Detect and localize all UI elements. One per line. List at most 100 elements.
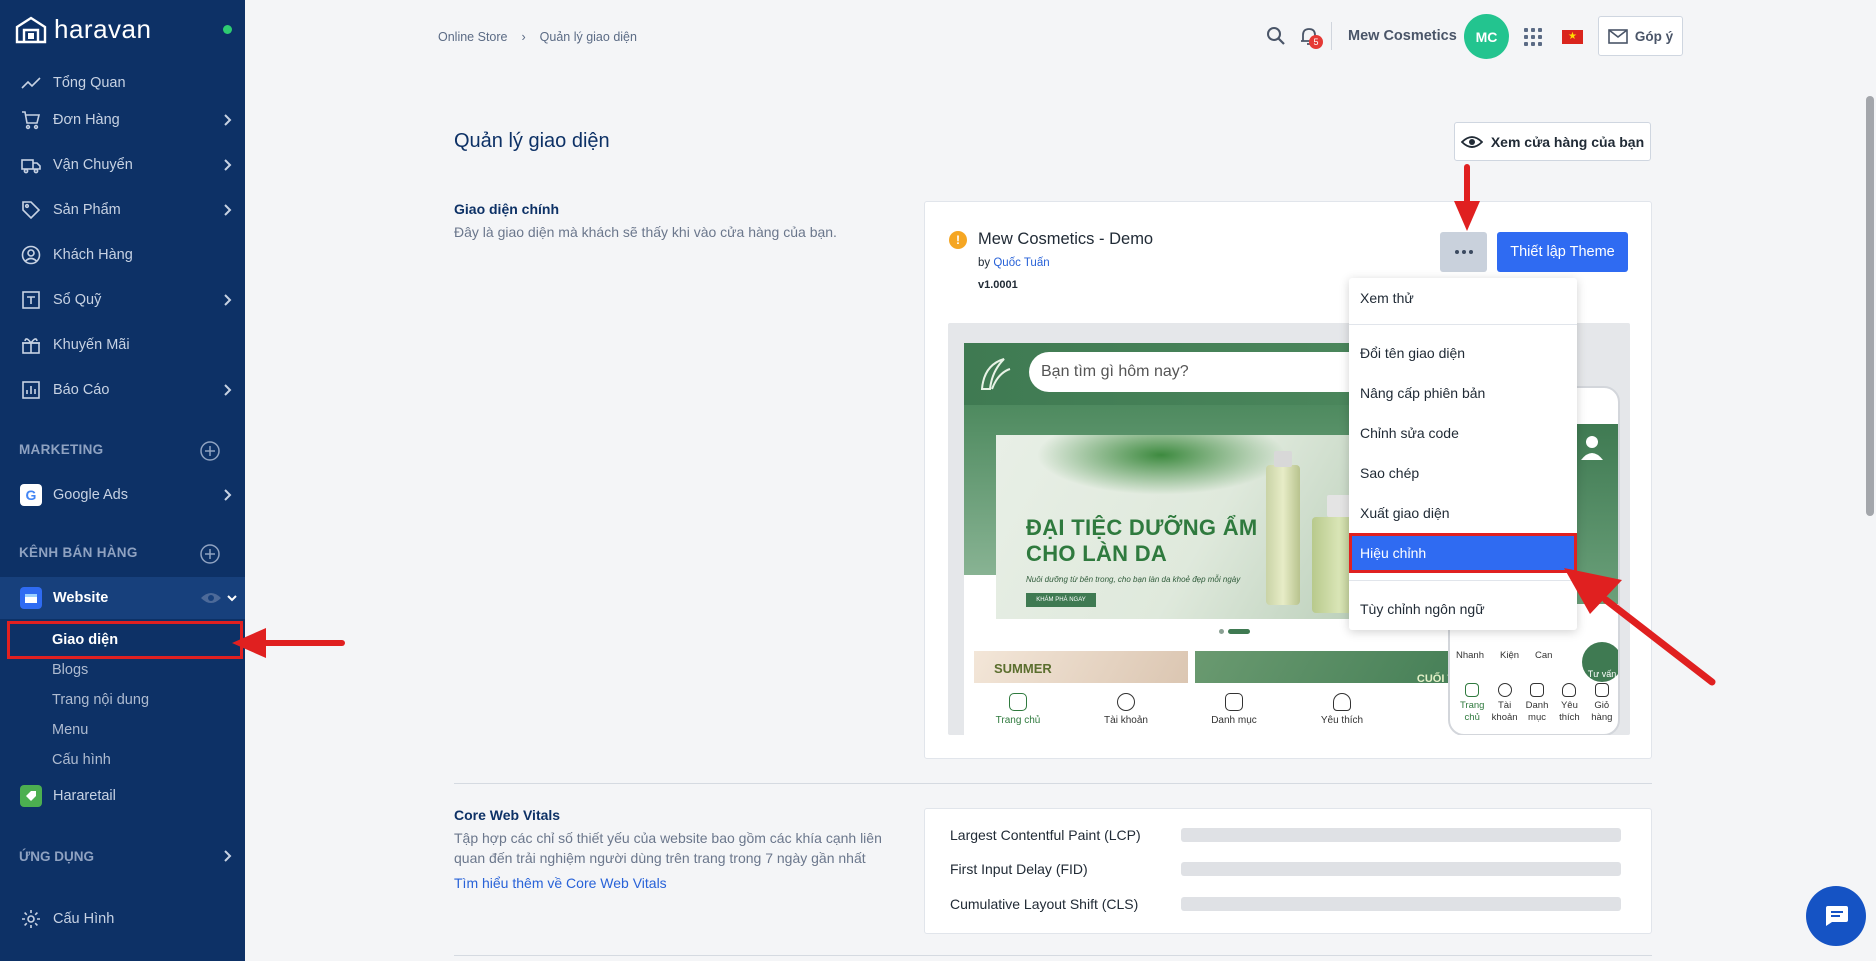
hararetail-icon: [20, 785, 42, 807]
sidebar-subitem-menu[interactable]: Menu: [52, 722, 88, 738]
marketing-section-label: MARKETING: [19, 442, 104, 457]
cwv-metric-fid: First Input Delay (FID): [950, 859, 1640, 879]
menu-item-export[interactable]: Xuất giao diện: [1349, 493, 1577, 533]
menu-item-upgrade[interactable]: Nâng cấp phiên bản: [1349, 373, 1577, 413]
sidebar-item-label: Website: [53, 590, 109, 606]
heart-icon: [1562, 683, 1577, 697]
sidebar-item-google-ads[interactable]: G Google Ads: [0, 475, 245, 515]
chevron-right-icon: [219, 202, 235, 218]
preview-mobile-categories: Nhanh Kiện Can: [1456, 650, 1552, 661]
add-marketing-icon[interactable]: [199, 440, 221, 462]
sidebar-item-reports[interactable]: Báo Cáo: [0, 370, 245, 410]
setup-theme-button[interactable]: Thiết lập Theme: [1497, 232, 1628, 272]
view-store-button[interactable]: Xem cửa hàng của bạn: [1454, 122, 1651, 161]
theme-name: Mew Cosmetics - Demo: [978, 230, 1154, 248]
menu-item-customize[interactable]: Hiệu chỉnh: [1349, 533, 1577, 573]
section-divider: [454, 955, 1652, 956]
sidebar-item-products[interactable]: Sản Phẩm: [0, 190, 245, 230]
product-bottle-image: [1266, 451, 1300, 605]
vietnam-flag-icon[interactable]: ★: [1562, 30, 1583, 44]
cwv-learn-more-link[interactable]: Tìm hiểu thêm về Core Web Vitals: [454, 875, 667, 891]
sidebar-item-cashbook[interactable]: Sổ Quỹ: [0, 280, 245, 320]
warning-icon: !: [949, 231, 967, 249]
theme-author: by Quốc Tuấn: [978, 257, 1050, 269]
sidebar-item-overview[interactable]: Tổng Quan: [0, 63, 245, 103]
chevron-right-icon: [219, 848, 235, 864]
theme-actions-menu: Xem thử Đổi tên giao diện Nâng cấp phiên…: [1349, 278, 1577, 630]
section-divider: [454, 783, 1652, 784]
more-actions-button[interactable]: [1440, 232, 1487, 272]
sidebar-item-label: Khuyến Mãi: [53, 337, 130, 353]
store-name[interactable]: Mew Cosmetics: [1348, 28, 1457, 44]
menu-item-language[interactable]: Tùy chỉnh ngôn ngữ: [1349, 589, 1577, 629]
mobile-nav-favorites: Yêu thích: [1553, 683, 1585, 733]
menu-item-preview[interactable]: Xem thử: [1349, 278, 1577, 318]
sidebar-item-label: Báo Cáo: [53, 382, 110, 398]
apps-grid-icon[interactable]: [1524, 28, 1542, 46]
page-title: Quản lý giao diện: [454, 130, 610, 152]
sidebar-subitem-pages[interactable]: Trang nội dung: [52, 692, 149, 708]
feedback-button[interactable]: Góp ý: [1598, 16, 1683, 56]
nav-label: Tài khoản: [1491, 700, 1518, 723]
scrollbar-thumb[interactable]: [1866, 96, 1874, 516]
nav-label: Trang chủ: [995, 714, 1041, 726]
sidebar-item-customers[interactable]: Khách Hàng: [0, 235, 245, 275]
menu-item-rename[interactable]: Đổi tên giao diện: [1349, 333, 1577, 373]
truck-icon: [20, 154, 42, 176]
metric-label: Cumulative Layout Shift (CLS): [950, 896, 1139, 912]
preview-chat-button: Tư vấn: [1582, 642, 1618, 682]
avatar[interactable]: MC: [1464, 14, 1509, 59]
sales-channels-section-label: KÊNH BÁN HÀNG: [19, 545, 138, 560]
sidebar-item-apps[interactable]: ỨNG DỤNG: [0, 836, 245, 876]
breadcrumb-separator: ›: [521, 30, 526, 44]
tile-label: SUMMER: [994, 661, 1052, 676]
menu-item-duplicate[interactable]: Sao chép: [1349, 453, 1577, 493]
sidebar-item-website[interactable]: Website: [0, 577, 245, 619]
website-icon: [20, 587, 42, 609]
sidebar-item-label: Google Ads: [53, 487, 128, 503]
preview-mobile-nav: Trang chủ Tài khoản Danh mục Yêu thích G…: [1456, 683, 1618, 733]
chevron-right-icon: [219, 292, 235, 308]
feedback-label: Góp ý: [1634, 28, 1674, 44]
sidebar-subitem-config[interactable]: Cấu hình: [52, 752, 111, 768]
haravan-logo-icon: [15, 16, 47, 43]
author-link[interactable]: Quốc Tuấn: [993, 257, 1049, 269]
chat-button[interactable]: [1806, 886, 1866, 946]
breadcrumb-online-store[interactable]: Online Store: [438, 30, 507, 44]
haravan-logo[interactable]: haravan: [14, 14, 151, 45]
preview-headline-line1: ĐẠI TIỆC DƯỠNG ẨM: [1026, 515, 1258, 540]
google-icon: G: [20, 484, 42, 506]
grid-icon: [1530, 683, 1545, 697]
sidebar-item-shipping[interactable]: Vận Chuyển: [0, 145, 245, 185]
search-icon[interactable]: [1266, 26, 1286, 46]
nav-label: Danh mục: [1211, 714, 1257, 726]
user-circle-icon: [20, 244, 42, 266]
sidebar-item-promotions[interactable]: Khuyến Mãi: [0, 325, 245, 365]
chat-icon: [1826, 906, 1848, 926]
menu-item-edit-code[interactable]: Chỉnh sửa code: [1349, 413, 1577, 453]
bag-icon: [1594, 683, 1609, 697]
tag-icon: [20, 199, 42, 221]
chevron-down-icon[interactable]: [226, 592, 238, 604]
sidebar-subitem-themes[interactable]: Giao diện: [7, 621, 243, 659]
sidebar-item-label: Tổng Quan: [53, 75, 126, 91]
sidebar-item-hararetail[interactable]: Hararetail: [0, 776, 245, 816]
cwv-description: Tập hợp các chỉ số thiết yếu của website…: [454, 830, 882, 866]
main-theme-description: Đây là giao diện mà khách sẽ thấy khi và…: [454, 224, 837, 240]
sidebar-subitem-blogs[interactable]: Blogs: [52, 662, 88, 678]
view-store-label: Xem cửa hàng của bạn: [1490, 133, 1645, 150]
user-icon: [1581, 436, 1603, 460]
metric-label: Largest Contentful Paint (LCP): [950, 827, 1141, 843]
carousel-dots: [1219, 629, 1250, 634]
sidebar-item-settings[interactable]: Cấu Hình: [0, 899, 245, 939]
gear-icon: [20, 908, 42, 930]
report-icon: [20, 379, 42, 401]
sidebar-item-label: Vận Chuyển: [53, 157, 133, 173]
sidebar-item-orders[interactable]: Đơn Hàng: [0, 100, 245, 140]
add-channel-icon[interactable]: [199, 543, 221, 565]
chevron-right-icon: [219, 157, 235, 173]
category-label: Kiện: [1500, 650, 1520, 661]
trend-icon: [20, 72, 42, 94]
eye-icon[interactable]: [200, 591, 222, 605]
breadcrumb-current: Quản lý giao diện: [539, 30, 637, 44]
